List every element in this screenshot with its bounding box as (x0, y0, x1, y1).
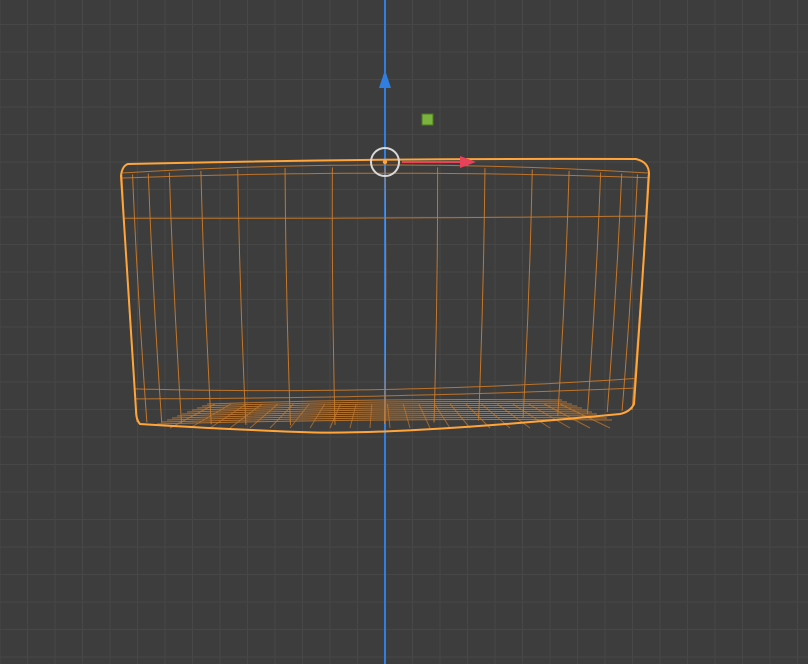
mesh-vertical-edge (284, 168, 291, 426)
mesh-vertical-edge (200, 170, 212, 425)
mesh-vertical-edge (631, 174, 649, 411)
mesh-vertical-edge (606, 173, 623, 413)
viewport-grid (0, 0, 808, 664)
mesh-vertical-edge (433, 167, 439, 423)
3d-viewport[interactable] (0, 0, 808, 664)
mesh-vertical-edge (522, 169, 533, 419)
mesh-vertical-edge (586, 172, 602, 414)
plane-handle-icon[interactable] (421, 113, 434, 126)
mesh-vertical-edge (168, 172, 183, 424)
mesh-vertical-edge (147, 173, 163, 423)
pivot-origin-dot (382, 159, 388, 165)
mesh-bottom-col (309, 403, 326, 429)
mesh-vertical-edge (331, 167, 336, 425)
mesh-vertical-edge (478, 168, 486, 421)
mesh-vertical-edge (557, 170, 570, 416)
mesh-vertical-edge (237, 169, 247, 425)
